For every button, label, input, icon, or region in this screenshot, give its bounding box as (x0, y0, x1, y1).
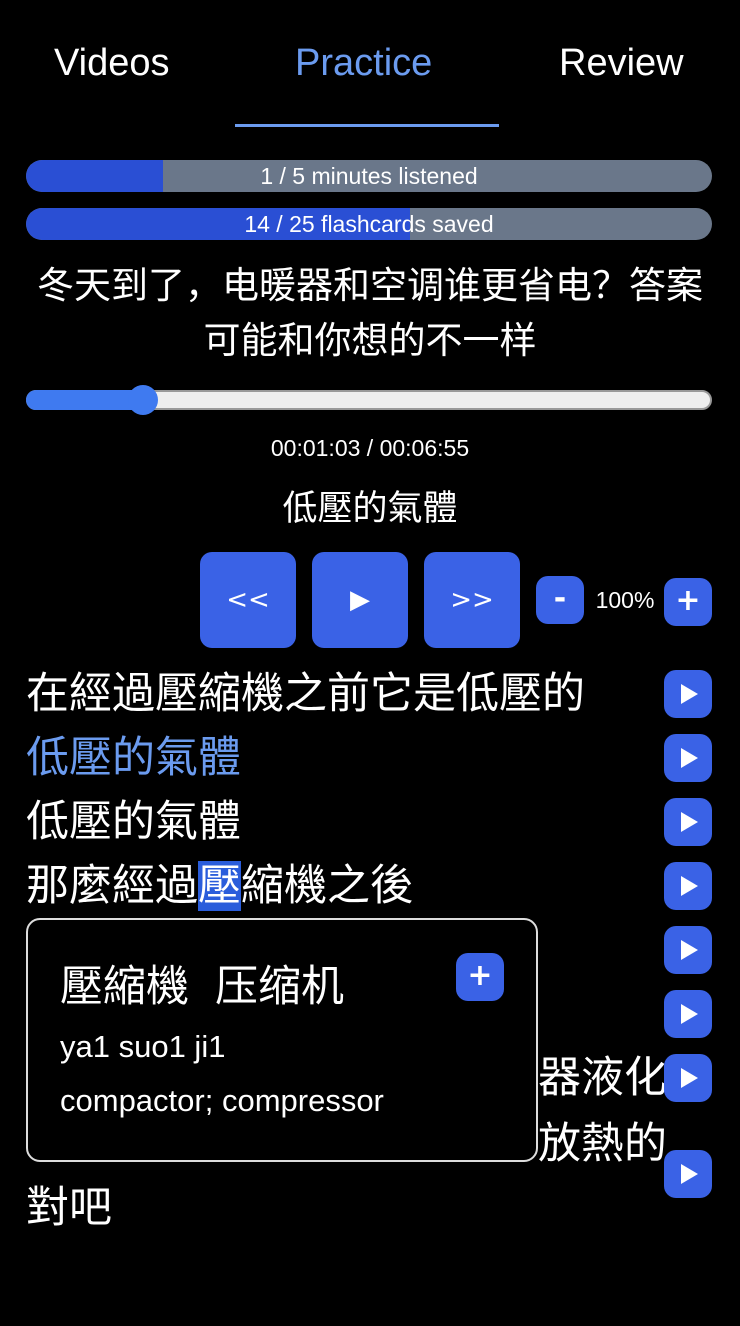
add-flashcard-button[interactable]: + (456, 953, 504, 1001)
tab-videos[interactable]: Videos (54, 38, 170, 88)
line-play-button[interactable] (664, 798, 712, 846)
flashcards-progress-label: 14 / 25 flashcards saved (244, 211, 494, 237)
playback-time: 00:01:03 / 00:06:55 (270, 435, 470, 461)
transcript-text[interactable]: 那麼經過 (26, 861, 198, 911)
transcript-line[interactable]: 器液化 (538, 1046, 667, 1110)
line-play-button[interactable] (664, 990, 712, 1038)
transcript-line[interactable]: 低壓的氣體 (26, 790, 241, 854)
forward-button[interactable]: >> (424, 552, 520, 648)
popup-definition: compactor; compressor (60, 1083, 384, 1118)
play-icon (681, 940, 698, 960)
play-button[interactable]: ▶ (312, 552, 408, 648)
play-icon (681, 684, 698, 704)
seek-slider-fill (26, 390, 143, 410)
line-play-button[interactable] (664, 1150, 712, 1198)
speed-decrease-button[interactable]: - (536, 576, 584, 624)
line-play-button[interactable] (664, 926, 712, 974)
line-play-button[interactable] (664, 734, 712, 782)
transcript-line[interactable]: 放熱的 (538, 1112, 667, 1176)
play-icon (681, 876, 698, 896)
transcript-text[interactable]: 縮機之後 (241, 861, 413, 911)
popup-headword: 壓縮機 压缩机 (60, 956, 344, 1018)
transcript-line-active[interactable]: 低壓的氣體 (26, 726, 241, 790)
selected-character[interactable]: 壓 (198, 861, 241, 911)
listened-progress-label: 1 / 5 minutes listened (260, 163, 478, 189)
transcript-line[interactable]: 對吧 (26, 1176, 112, 1240)
active-tab-indicator (235, 124, 499, 127)
playback-speed: 100% (595, 587, 655, 613)
speed-increase-button[interactable]: + (664, 578, 712, 626)
play-icon (681, 748, 698, 768)
traditional-word: 壓縮機 (60, 962, 189, 1012)
play-icon (681, 1164, 698, 1184)
rewind-button[interactable]: << (200, 552, 296, 648)
video-title: 冬天到了，电暖器和空调谁更省电？答案可能和你想的不一样 (37, 264, 703, 362)
tab-practice[interactable]: Practice (295, 38, 432, 88)
simplified-word: 压缩机 (215, 962, 344, 1012)
play-icon (681, 1004, 698, 1024)
transcript-line[interactable]: 那麼經過壓縮機之後 (26, 854, 413, 918)
tab-review[interactable]: Review (559, 38, 684, 88)
current-subtitle: 低壓的氣體 (282, 489, 458, 529)
line-play-button[interactable] (664, 1054, 712, 1102)
play-icon (681, 812, 698, 832)
seek-slider-thumb[interactable] (127, 385, 158, 415)
popup-pinyin: ya1 suo1 ji1 (60, 1029, 226, 1064)
transcript-line[interactable]: 在經過壓縮機之前它是低壓的 (26, 662, 585, 726)
dictionary-popup: 壓縮機 压缩机 + ya1 suo1 ji1 compactor; compres… (26, 918, 538, 1162)
listened-progress-bar: 1 / 5 minutes listened (26, 160, 712, 192)
line-play-button[interactable] (664, 862, 712, 910)
tab-bar: Videos Practice Review (0, 0, 740, 130)
flashcards-progress-bar: 14 / 25 flashcards saved (26, 208, 712, 240)
line-play-button[interactable] (664, 670, 712, 718)
play-icon (681, 1068, 698, 1088)
